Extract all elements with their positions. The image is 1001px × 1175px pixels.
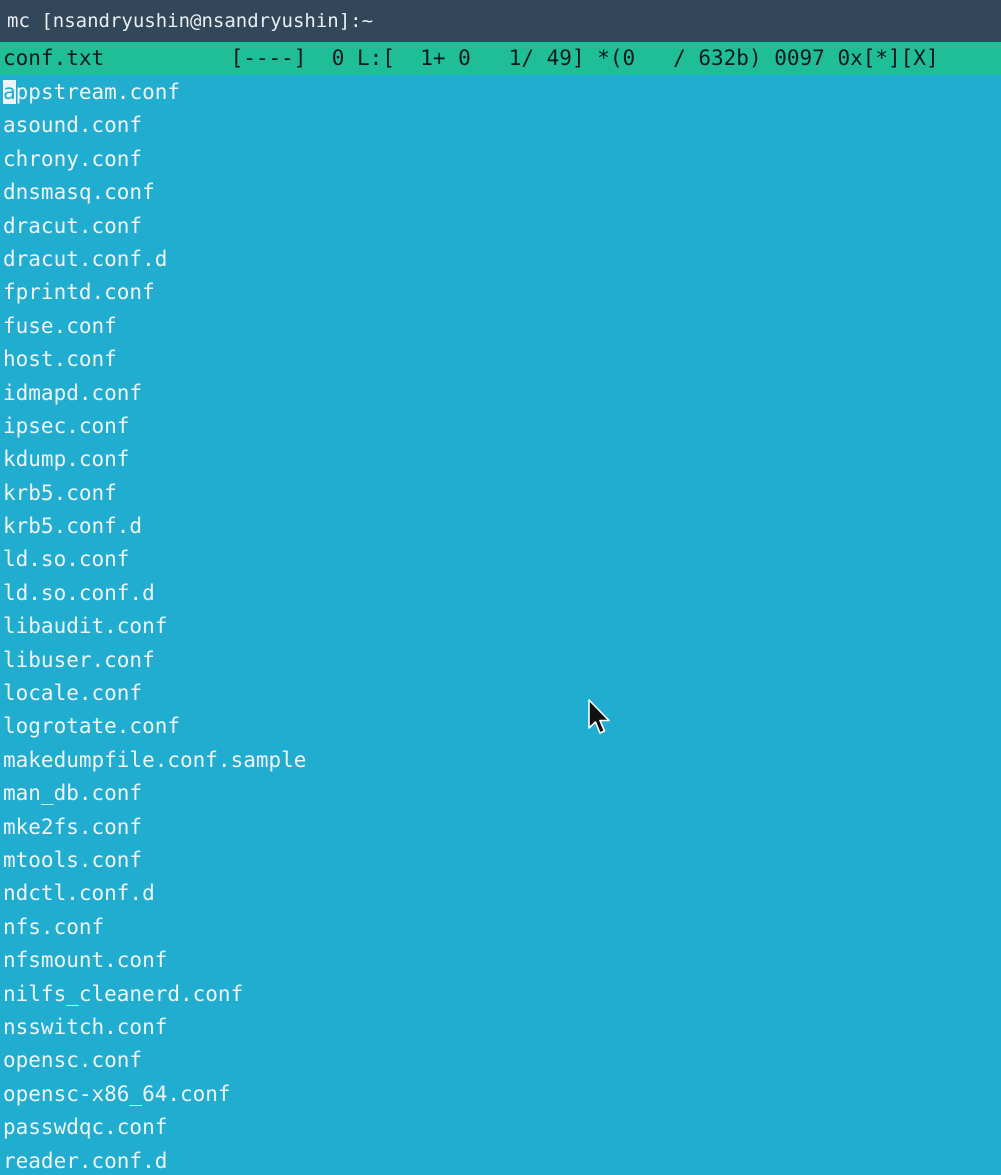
editor-line[interactable]: mke2fs.conf — [0, 811, 1001, 844]
editor-line[interactable]: opensc.conf — [0, 1044, 1001, 1077]
editor-line[interactable]: krb5.conf — [0, 477, 1001, 510]
editor-line[interactable]: opensc-x86_64.conf — [0, 1078, 1001, 1111]
editor-line[interactable]: ndctl.conf.d — [0, 877, 1001, 910]
editor-line-current[interactable]: appstream.conf — [0, 76, 1001, 109]
editor-line[interactable]: nilfs_cleanerd.conf — [0, 978, 1001, 1011]
editor-line[interactable]: reader.conf.d — [0, 1145, 1001, 1175]
editor-line[interactable]: chrony.conf — [0, 143, 1001, 176]
editor-line[interactable]: passwdqc.conf — [0, 1111, 1001, 1144]
editor-line[interactable]: nfs.conf — [0, 911, 1001, 944]
editor-line[interactable]: libuser.conf — [0, 644, 1001, 677]
editor-line[interactable]: ld.so.conf — [0, 543, 1001, 576]
editor-line[interactable]: krb5.conf.d — [0, 510, 1001, 543]
editor-line[interactable]: asound.conf — [0, 109, 1001, 142]
text-cursor: a — [3, 80, 16, 104]
editor-line[interactable]: man_db.conf — [0, 777, 1001, 810]
editor-line[interactable]: ld.so.conf.d — [0, 577, 1001, 610]
editor-line[interactable]: ipsec.conf — [0, 410, 1001, 443]
mouse-pointer-icon — [588, 699, 610, 734]
editor-line[interactable]: fuse.conf — [0, 310, 1001, 343]
editor-line[interactable]: makedumpfile.conf.sample — [0, 744, 1001, 777]
editor-line[interactable]: nfsmount.conf — [0, 944, 1001, 977]
editor-line[interactable]: locale.conf — [0, 677, 1001, 710]
editor-line[interactable]: mtools.conf — [0, 844, 1001, 877]
window-title: mc [nsandryushin@nsandryushin]:~ — [0, 0, 1001, 42]
editor-line[interactable]: dracut.conf.d — [0, 243, 1001, 276]
editor-line[interactable]: dracut.conf — [0, 210, 1001, 243]
editor-status-bar: conf.txt [----] 0 L:[ 1+ 0 1/ 49] *(0 / … — [0, 42, 1001, 75]
editor-line[interactable]: libaudit.conf — [0, 610, 1001, 643]
editor-line[interactable]: logrotate.conf — [0, 710, 1001, 743]
editor-line[interactable]: host.conf — [0, 343, 1001, 376]
editor-line[interactable]: idmapd.conf — [0, 377, 1001, 410]
editor-line[interactable]: nsswitch.conf — [0, 1011, 1001, 1044]
editor-line-text: ppstream.conf — [15, 80, 181, 104]
text-editor-area[interactable]: appstream.conf asound.conf chrony.conf dns… — [0, 76, 1001, 1175]
editor-line[interactable]: kdump.conf — [0, 443, 1001, 476]
editor-line[interactable]: dnsmasq.conf — [0, 176, 1001, 209]
editor-lines: asound.conf chrony.conf dnsmasq.conf dracut… — [0, 109, 1001, 1175]
editor-line[interactable]: fprintd.conf — [0, 276, 1001, 309]
